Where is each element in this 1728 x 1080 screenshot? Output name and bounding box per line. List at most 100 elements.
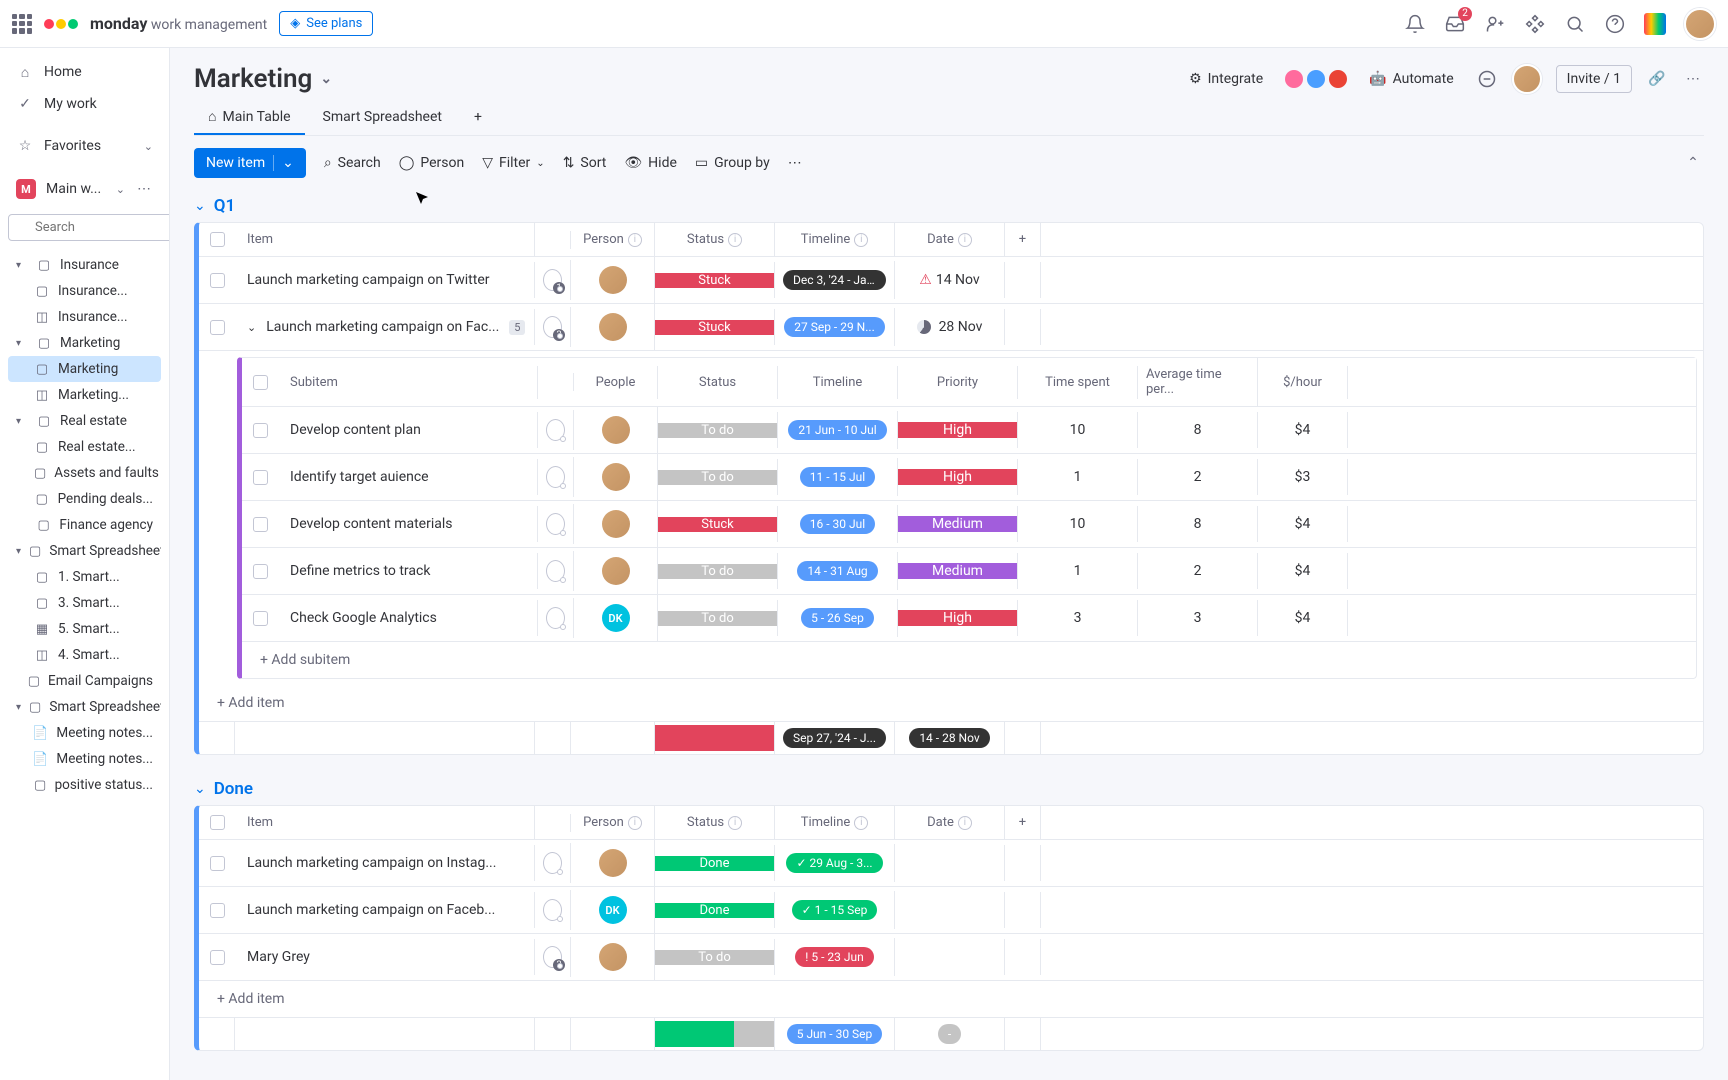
row-checkbox[interactable] — [253, 517, 268, 532]
tree-item[interactable]: ▢Real estate... — [8, 434, 161, 460]
tree-item[interactable]: ▢Finance agency — [8, 512, 161, 538]
sidebar-my-work[interactable]: ✓My work — [8, 88, 161, 120]
integrate-button[interactable]: ⚙Integrate — [1181, 66, 1271, 92]
tree-item[interactable]: ▾▢Smart Spreadsheet... — [8, 538, 161, 564]
row-checkbox[interactable] — [210, 273, 225, 288]
notifications-icon[interactable] — [1404, 13, 1426, 35]
add-column-button[interactable]: + — [1005, 223, 1041, 256]
more-icon[interactable]: ⋯ — [1682, 68, 1704, 90]
subitem-row[interactable]: Develop content plan To do 21 Jun - 10 J… — [242, 407, 1696, 454]
add-subitem-button[interactable]: + Add subitem — [242, 642, 1696, 678]
chat-icon[interactable] — [543, 899, 562, 921]
collapse-icon[interactable]: ⌃ — [1682, 152, 1704, 174]
row-checkbox[interactable] — [210, 856, 225, 871]
chat-icon[interactable] — [546, 419, 565, 441]
chat-icon[interactable] — [1476, 68, 1498, 90]
tree-item[interactable]: ▢Insurance... — [8, 278, 161, 304]
row-checkbox[interactable] — [253, 470, 268, 485]
person-avatar[interactable] — [599, 313, 627, 341]
add-column-button[interactable]: + — [1005, 806, 1041, 839]
group-by-tool[interactable]: ▭Group by — [695, 155, 770, 171]
person-avatar[interactable]: DK — [602, 604, 630, 632]
sort-tool[interactable]: ⇅Sort — [563, 155, 607, 171]
row-checkbox[interactable] — [210, 903, 225, 918]
person-avatar[interactable] — [602, 416, 630, 444]
group-header[interactable]: ⌄Done — [194, 779, 1704, 799]
integration-icons[interactable] — [1285, 70, 1347, 88]
board-title[interactable]: Marketing⌄ — [194, 64, 332, 94]
sidebar-favorites[interactable]: ☆Favorites⌄ — [8, 130, 161, 162]
select-all-checkbox[interactable] — [210, 232, 225, 247]
info-icon[interactable]: i — [958, 816, 972, 830]
select-all-checkbox[interactable] — [253, 375, 268, 390]
board-avatar[interactable] — [1512, 64, 1542, 94]
sidebar-search-input[interactable] — [8, 214, 170, 241]
link-icon[interactable]: 🔗 — [1646, 68, 1668, 90]
table-row[interactable]: Launch marketing campaign on Twitter 1 S… — [199, 257, 1703, 304]
table-row[interactable]: Launch marketing campaign on Instag... D… — [199, 840, 1703, 887]
help-icon[interactable] — [1604, 13, 1626, 35]
info-icon[interactable]: i — [728, 233, 742, 247]
app-switcher-icon[interactable] — [12, 14, 32, 34]
tree-item[interactable]: ▾▢Marketing — [8, 330, 161, 356]
chat-icon[interactable]: 1 — [543, 269, 562, 291]
tree-item[interactable]: ▢Assets and faults — [8, 460, 161, 486]
row-checkbox[interactable] — [210, 320, 225, 335]
new-item-button[interactable]: New item⌄ — [194, 148, 306, 178]
person-avatar[interactable]: DK — [599, 896, 627, 924]
add-item-button[interactable]: + Add item — [199, 981, 1703, 1017]
subitem-row[interactable]: Develop content materials Stuck 16 - 30 … — [242, 501, 1696, 548]
inbox-icon[interactable]: 2 — [1444, 13, 1466, 35]
person-tool[interactable]: ◯Person — [399, 155, 465, 171]
tree-item[interactable]: ▦5. Smart... — [8, 616, 161, 642]
table-row[interactable]: Launch marketing campaign on Faceb... DK… — [199, 887, 1703, 934]
tree-item[interactable]: ▢3. Smart... — [8, 590, 161, 616]
more-icon[interactable]: ⋯ — [135, 180, 153, 198]
table-row[interactable]: Mary Grey 2 To do ! 5 - 23 Jun — [199, 934, 1703, 981]
user-avatar[interactable] — [1684, 8, 1716, 40]
see-plans-button[interactable]: ◈See plans — [279, 11, 373, 36]
chat-icon[interactable] — [546, 607, 565, 629]
row-checkbox[interactable] — [253, 564, 268, 579]
tree-item[interactable]: ◫4. Smart... — [8, 642, 161, 668]
subitem-row[interactable]: Check Google Analytics DK To do 5 - 26 S… — [242, 595, 1696, 642]
info-icon[interactable]: i — [628, 233, 642, 247]
tab-smart-spreadsheet[interactable]: Smart Spreadsheet — [309, 100, 456, 135]
table-row[interactable]: ⌄Launch marketing campaign on Fac...5 2 … — [199, 304, 1703, 351]
tree-item[interactable]: ▢positive status... — [8, 772, 161, 798]
invite-button[interactable]: Invite / 1 — [1556, 65, 1632, 93]
person-avatar[interactable] — [599, 849, 627, 877]
info-icon[interactable]: i — [728, 816, 742, 830]
tab-main-table[interactable]: ⌂Main Table — [194, 100, 305, 135]
hide-tool[interactable]: 👁Hide — [624, 155, 677, 171]
invite-icon[interactable] — [1484, 13, 1506, 35]
sidebar-home[interactable]: ⌂Home — [8, 56, 161, 88]
apps-icon[interactable] — [1524, 13, 1546, 35]
chat-icon[interactable] — [546, 560, 565, 582]
subitem-row[interactable]: Define metrics to track To do 14 - 31 Au… — [242, 548, 1696, 595]
chat-icon[interactable]: 2 — [543, 316, 562, 338]
search-icon[interactable] — [1564, 13, 1586, 35]
sidebar-workspace[interactable]: MMain w...⌄⋯ — [8, 172, 161, 206]
search-tool[interactable]: ⌕Search — [324, 155, 381, 171]
select-all-checkbox[interactable] — [210, 815, 225, 830]
person-avatar[interactable] — [599, 266, 627, 294]
chat-icon[interactable] — [546, 466, 565, 488]
chat-icon[interactable] — [543, 852, 562, 874]
add-item-button[interactable]: + Add item — [199, 685, 1703, 721]
tree-item[interactable]: ▢Email Campaigns — [8, 668, 161, 694]
person-avatar[interactable] — [602, 510, 630, 538]
tree-item[interactable]: 📄Meeting notes... — [8, 746, 161, 772]
tree-item[interactable]: ▢Pending deals... — [8, 486, 161, 512]
person-avatar[interactable] — [602, 557, 630, 585]
chat-icon[interactable]: 2 — [543, 946, 562, 968]
tree-item[interactable]: ▾▢Insurance — [8, 252, 161, 278]
more-tools[interactable]: ⋯ — [788, 155, 802, 171]
chevron-down-icon[interactable]: ⌄ — [273, 155, 294, 171]
tree-item[interactable]: ◫Insurance... — [8, 304, 161, 330]
tree-item[interactable]: ◫Marketing... — [8, 382, 161, 408]
info-icon[interactable]: i — [628, 816, 642, 830]
tree-item[interactable]: ▢1. Smart... — [8, 564, 161, 590]
tree-item[interactable]: ▢Marketing — [8, 356, 161, 382]
info-icon[interactable]: i — [958, 233, 972, 247]
